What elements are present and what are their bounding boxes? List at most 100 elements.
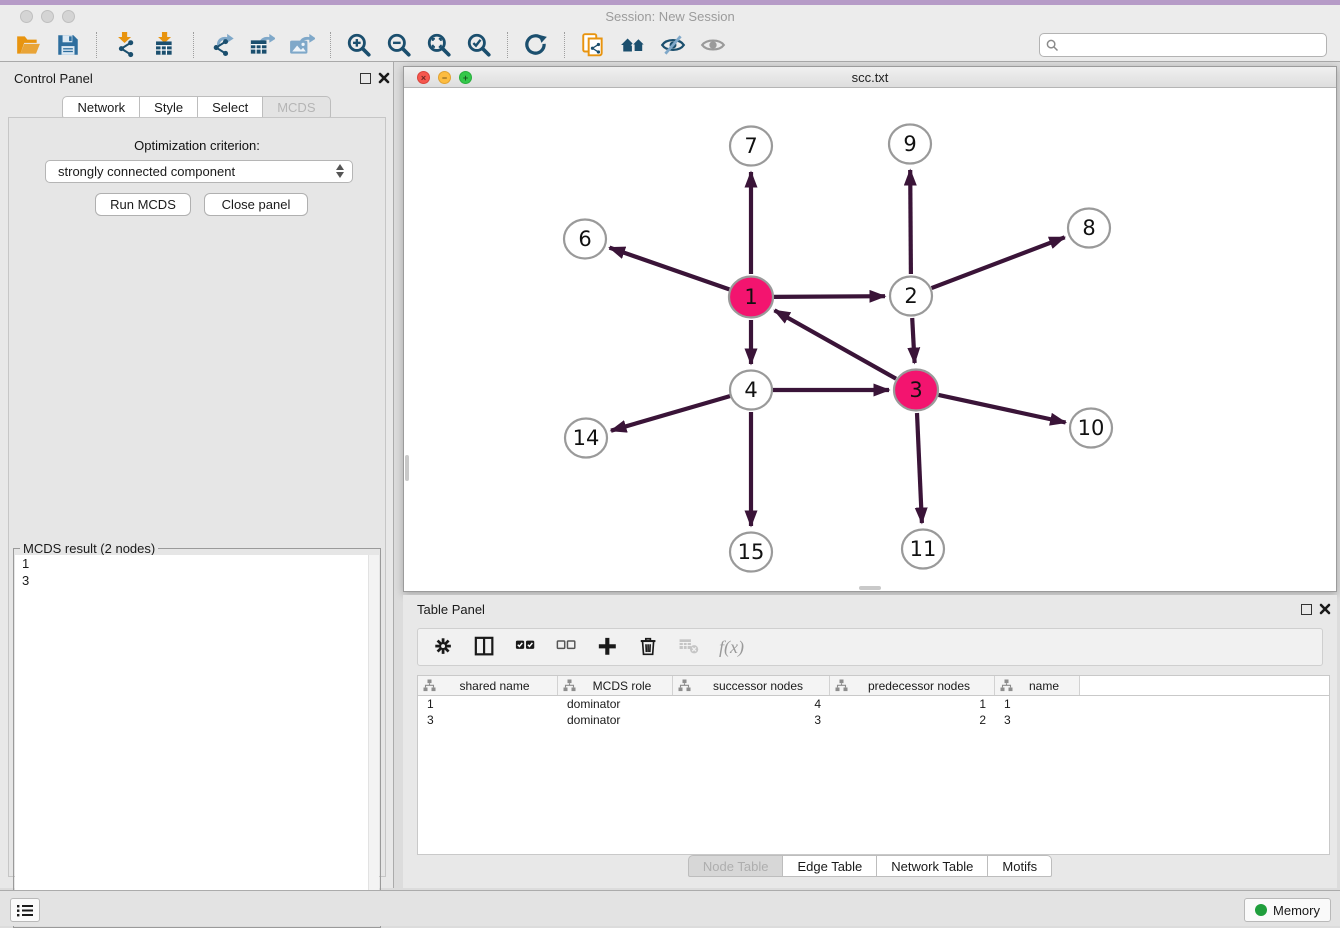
node-15[interactable]: 15 bbox=[730, 533, 772, 572]
edge-1-2[interactable] bbox=[774, 296, 885, 297]
edge-3-10[interactable] bbox=[939, 395, 1066, 423]
tab-select[interactable]: Select bbox=[198, 96, 263, 118]
table-row[interactable]: 1dominator411 bbox=[418, 696, 1329, 712]
tab-edge-table[interactable]: Edge Table bbox=[783, 855, 877, 877]
edge-2-9[interactable] bbox=[910, 170, 911, 274]
node-2[interactable]: 2 bbox=[890, 277, 932, 316]
tab-network-table[interactable]: Network Table bbox=[877, 855, 988, 877]
table-row[interactable]: 3dominator323 bbox=[418, 712, 1329, 728]
control-panel-title: Control Panel bbox=[14, 71, 93, 86]
duplicate-network-icon[interactable] bbox=[580, 32, 606, 58]
column-header-MCDS-role[interactable]: MCDS role bbox=[558, 676, 673, 695]
edge-3-1[interactable] bbox=[775, 310, 897, 378]
save-session-icon[interactable] bbox=[55, 32, 81, 58]
task-history-button[interactable] bbox=[10, 898, 40, 922]
split-columns-icon[interactable] bbox=[473, 635, 497, 659]
result-scrollbar[interactable] bbox=[368, 555, 379, 926]
export-network-icon[interactable] bbox=[209, 32, 235, 58]
export-table-icon[interactable] bbox=[249, 32, 275, 58]
node-9[interactable]: 9 bbox=[889, 125, 931, 164]
tab-motifs[interactable]: Motifs bbox=[988, 855, 1052, 877]
houses-icon[interactable] bbox=[620, 32, 646, 58]
cell[interactable]: 4 bbox=[673, 696, 830, 712]
delete-row-icon[interactable] bbox=[637, 635, 661, 659]
function-builder-icon: f(x) bbox=[719, 637, 744, 658]
node-11[interactable]: 11 bbox=[902, 530, 944, 569]
cell[interactable]: 1 bbox=[995, 696, 1080, 712]
refresh-icon[interactable] bbox=[523, 32, 549, 58]
tab-mcds[interactable]: MCDS bbox=[263, 96, 330, 118]
edge-2-8[interactable] bbox=[932, 237, 1065, 288]
zoom-out-icon[interactable] bbox=[386, 32, 412, 58]
edge-2-3[interactable] bbox=[912, 318, 914, 363]
svg-text:7: 7 bbox=[744, 134, 757, 158]
table-panel-float-button[interactable] bbox=[1301, 604, 1312, 615]
tab-network[interactable]: Network bbox=[62, 96, 140, 118]
tab-style[interactable]: Style bbox=[140, 96, 198, 118]
add-row-icon[interactable] bbox=[596, 635, 620, 659]
cell[interactable]: 3 bbox=[418, 712, 558, 728]
select-all-icon[interactable] bbox=[514, 635, 538, 659]
table-panel-tabs: Node TableEdge TableNetwork TableMotifs bbox=[403, 855, 1337, 877]
node-4[interactable]: 4 bbox=[730, 371, 772, 410]
zoom-in-icon[interactable] bbox=[346, 32, 372, 58]
delete-table-icon bbox=[678, 635, 702, 659]
zoom-selected-icon[interactable] bbox=[466, 32, 492, 58]
svg-text:4: 4 bbox=[744, 378, 757, 402]
main-toolbar bbox=[0, 29, 1340, 62]
control-panel-close-button[interactable] bbox=[377, 71, 391, 85]
mcds-result-title: MCDS result (2 nodes) bbox=[20, 541, 158, 556]
table-panel-close-button[interactable] bbox=[1318, 602, 1332, 616]
cell[interactable]: 1 bbox=[830, 696, 995, 712]
optimization-criterion-select[interactable]: strongly connected component bbox=[45, 160, 353, 183]
column-header-successor-nodes[interactable]: successor nodes bbox=[673, 676, 830, 695]
svg-text:8: 8 bbox=[1082, 216, 1095, 240]
table-header-row: shared nameMCDS rolesuccessor nodesprede… bbox=[418, 676, 1329, 696]
close-panel-button[interactable]: Close panel bbox=[204, 193, 308, 216]
edge-4-14[interactable] bbox=[611, 396, 730, 431]
network-canvas[interactable]: 7 9 6 8 1 2 4 3 14 10 15 11 bbox=[404, 88, 1336, 591]
mcds-result-textarea[interactable]: 13 bbox=[15, 555, 379, 926]
vertical-scrollbar-thumb[interactable] bbox=[405, 455, 409, 481]
control-panel-float-button[interactable] bbox=[360, 73, 371, 84]
cell[interactable]: 1 bbox=[418, 696, 558, 712]
horizontal-scrollbar-thumb[interactable] bbox=[859, 586, 881, 590]
control-panel-header: Control Panel bbox=[0, 68, 393, 90]
memory-label: Memory bbox=[1273, 903, 1320, 918]
cell[interactable]: 2 bbox=[830, 712, 995, 728]
node-7[interactable]: 7 bbox=[730, 127, 772, 166]
export-image-icon[interactable] bbox=[289, 32, 315, 58]
node-table[interactable]: shared nameMCDS rolesuccessor nodesprede… bbox=[417, 675, 1330, 855]
network-window-titlebar[interactable]: × − + scc.txt bbox=[404, 67, 1336, 88]
memory-button[interactable]: Memory bbox=[1244, 898, 1331, 922]
column-header-name[interactable]: name bbox=[995, 676, 1080, 695]
visibility-off-icon[interactable] bbox=[660, 32, 686, 58]
node-8[interactable]: 8 bbox=[1068, 209, 1110, 248]
import-network-icon[interactable] bbox=[112, 32, 138, 58]
optimization-criterion-value: strongly connected component bbox=[58, 164, 235, 179]
node-3[interactable]: 3 bbox=[894, 370, 938, 411]
settings-gear-icon[interactable] bbox=[432, 635, 456, 659]
search-box[interactable] bbox=[1039, 33, 1327, 57]
search-input[interactable] bbox=[1064, 38, 1320, 53]
column-header-predecessor-nodes[interactable]: predecessor nodes bbox=[830, 676, 995, 695]
open-session-icon[interactable] bbox=[15, 32, 41, 58]
cell[interactable]: 3 bbox=[995, 712, 1080, 728]
tab-node-table[interactable]: Node Table bbox=[688, 855, 784, 877]
node-6[interactable]: 6 bbox=[564, 220, 606, 259]
optimization-criterion-label: Optimization criterion: bbox=[9, 138, 385, 153]
edge-1-6[interactable] bbox=[610, 248, 730, 290]
zoom-fit-icon[interactable] bbox=[426, 32, 452, 58]
node-10[interactable]: 10 bbox=[1070, 409, 1112, 448]
edge-3-11[interactable] bbox=[917, 413, 922, 523]
node-1[interactable]: 1 bbox=[729, 277, 773, 318]
column-header-shared-name[interactable]: shared name bbox=[418, 676, 558, 695]
cell[interactable]: 3 bbox=[673, 712, 830, 728]
run-mcds-button[interactable]: Run MCDS bbox=[95, 193, 191, 216]
import-table-icon[interactable] bbox=[152, 32, 178, 58]
cell[interactable]: dominator bbox=[558, 696, 673, 712]
deselect-all-icon[interactable] bbox=[555, 635, 579, 659]
node-14[interactable]: 14 bbox=[565, 419, 607, 458]
eye-icon[interactable] bbox=[700, 32, 726, 58]
cell[interactable]: dominator bbox=[558, 712, 673, 728]
